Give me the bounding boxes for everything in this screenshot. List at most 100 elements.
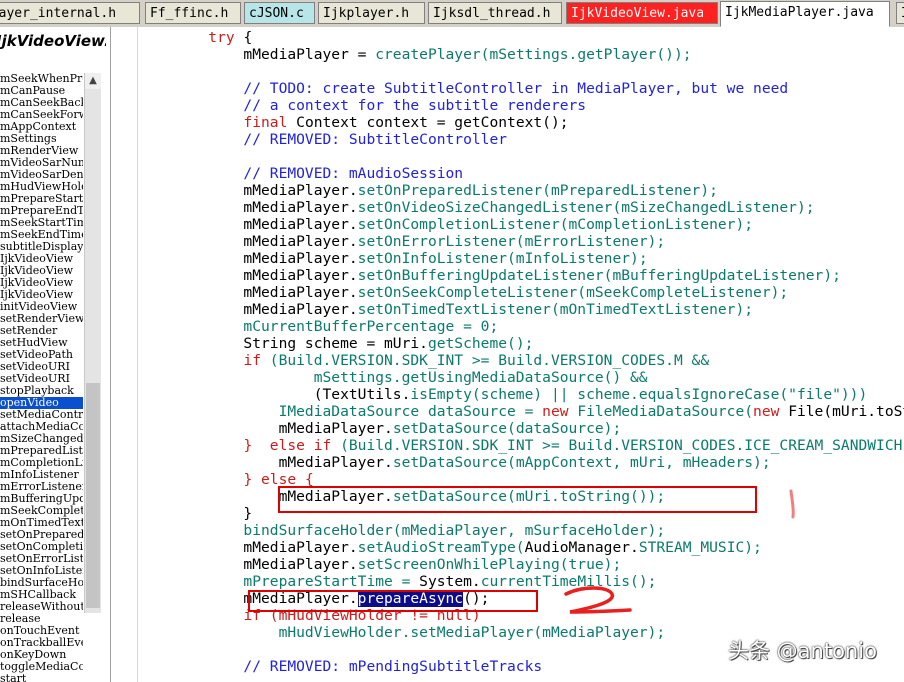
code-token: // REMOVED: mPendingSubtitleTracks [138,658,543,675]
member-list-item[interactable]: mRenderView [0,145,83,157]
scroll-up-arrow-icon[interactable]: ▲ [85,73,101,89]
code-token: mMediaPlayer. [138,539,358,556]
code-line: String scheme = mUri.getScheme(); [138,335,904,352]
member-list-item[interactable]: mPrepareStartTime [0,193,83,205]
member-list-item[interactable]: setVideoPath [0,349,83,361]
member-list-item[interactable]: IjkVideoView [0,289,83,301]
symbol-panel-title: IjkVideoView.java [0,32,106,50]
code-token: // REMOVED: SubtitleController [138,131,508,148]
member-list-item[interactable]: initVideoView [0,301,83,313]
code-token: setDataSource(dataSource); [392,420,622,437]
code-token: mMediaPlayer. [138,454,393,471]
code-token: final [243,114,288,131]
code-token: mMediaPlayer. [138,182,358,199]
file-tab[interactable]: IjkVideoView.java [566,2,718,24]
member-list-item[interactable]: mVideoSarDen [0,169,83,181]
member-list-item[interactable]: mSHCallback [0,589,83,601]
member-list-item[interactable]: mVideoSarNum [0,157,83,169]
member-list-item[interactable]: IjkVideoView [0,265,83,277]
code-line: bindSurfaceHolder(mMediaPlayer, mSurface… [138,522,904,539]
code-token: mHudViewHolder.setMediaPlayer(mMediaPlay… [138,624,666,641]
code-token: mMediaPlayer. [138,199,358,216]
code-token: mSettings.getUsingMediaDataSource() && [138,369,648,386]
member-list-item[interactable]: setHudView [0,337,83,349]
code-line: } else if (Build.VERSION.SDK_INT >= Buil… [138,437,904,454]
member-list-item[interactable]: mPrepareEndTime [0,205,83,217]
member-list-item[interactable]: setVideoURI [0,373,83,385]
file-tab[interactable]: player_internal.h [0,2,140,24]
member-list-item[interactable]: setVideoURI [0,361,83,373]
member-list-item[interactable]: mAppContext [0,121,83,133]
member-list-item[interactable]: mSeekWhenPrepared [0,73,83,85]
file-tab[interactable]: Ijkplayer.h [318,2,425,24]
file-tab[interactable]: Ff_ffinc.h [145,2,241,24]
annotation-number-1 [789,489,795,519]
scroll-thumb[interactable] [86,383,100,608]
member-list-item[interactable]: toggleMediaControlsVisiblity [0,661,83,673]
code-line: try { [138,29,904,46]
code-token: mMediaPlayer = [138,46,376,63]
member-list-item[interactable]: setMediaController [0,409,83,421]
code-editor[interactable]: try { mMediaPlayer = createPlayer(mSetti… [138,27,904,682]
member-list-item[interactable]: mErrorListener [0,481,83,493]
symbol-panel: IjkVideoView.java mSeekWhenPreparedmCanP… [0,27,111,682]
member-list-item[interactable]: mCanSeekBack [0,97,83,109]
member-list-item[interactable]: IjkVideoView [0,253,83,265]
member-list-item[interactable]: setOnCompletionListener [0,541,83,553]
code-token: // a context for the subtitle renderers [138,97,587,114]
member-list-item[interactable]: setOnErrorListener [0,553,83,565]
line-gutter [111,27,137,682]
code-token: { [234,29,253,46]
file-tab[interactable]: Ij [896,2,904,24]
code-token: (TextUtils. [138,386,411,403]
member-list-item[interactable]: release [0,613,83,625]
member-list-item[interactable]: onKeyDown [0,649,83,661]
member-list-item[interactable]: onTrackballEvent [0,637,83,649]
code-line: mMediaPlayer.setDataSource(mAppContext, … [138,454,904,471]
member-list-item[interactable]: start [0,673,83,682]
member-list-item[interactable]: bindSurfaceHolder [0,577,83,589]
member-list-item[interactable]: mHudViewHolder [0,181,83,193]
member-list-item[interactable]: setOnPreparedListener [0,529,83,541]
member-list-item[interactable]: mBufferingUpdateListener [0,493,83,505]
member-list-item[interactable]: openVideo [0,397,83,409]
code-token: mMediaPlayer. [138,556,358,573]
member-list-item[interactable]: mSettings [0,133,83,145]
member-list-item[interactable]: stopPlayback [0,385,83,397]
code-token: mMediaPlayer. [138,284,358,301]
member-list-item[interactable]: mCanPause [0,85,83,97]
member-list-item[interactable]: mSeekEndTime [0,229,83,241]
member-list-item[interactable]: mCanSeekForward [0,109,83,121]
member-list-item[interactable]: IjkVideoView [0,277,83,289]
code-line: (TextUtils.isEmpty(scheme) || scheme.equ… [138,386,904,403]
file-tab[interactable]: Ijksdl_thread.h [428,2,562,24]
member-list-item[interactable]: releaseWithoutStop [0,601,83,613]
member-list-item[interactable]: mPreparedListener [0,445,83,457]
code-token: setOnErrorListener(mErrorListener); [357,233,666,250]
member-list-item[interactable]: mSizeChangedListener [0,433,83,445]
code-line: mSettings.getUsingMediaDataSource() && [138,369,904,386]
member-list-item[interactable]: mOnTimedTextListener [0,517,83,529]
member-list-item[interactable]: setOnInfoListener [0,565,83,577]
member-list[interactable]: mSeekWhenPreparedmCanPausemCanSeekBackmC… [0,73,83,682]
member-list-item[interactable]: mSeekStartTime [0,217,83,229]
member-list-scrollbar[interactable]: ▲ [84,73,101,613]
member-list-item[interactable]: subtitleDisplay [0,241,83,253]
code-token: mMediaPlayer. [138,301,358,318]
member-list-item[interactable]: attachMediaController [0,421,83,433]
member-list-item[interactable]: setRender [0,325,83,337]
member-list-item[interactable]: mCompletionListener [0,457,83,469]
file-tab[interactable]: cJSON.c [244,2,315,24]
code-token: IMediaDataSource dataSource = [138,403,543,420]
member-list-item[interactable]: mSeekCompleteListener [0,505,83,517]
code-token: new [753,403,780,420]
code-line: mMediaPlayer = createPlayer(mSettings.ge… [138,46,904,63]
member-list-item[interactable]: onTouchEvent [0,625,83,637]
code-line: // TODO: create SubtitleController in Me… [138,80,904,97]
member-list-item[interactable]: mInfoListener [0,469,83,481]
file-tab[interactable]: IjkMediaPlayer.java [720,1,890,27]
member-list-item[interactable]: setRenderView [0,313,83,325]
